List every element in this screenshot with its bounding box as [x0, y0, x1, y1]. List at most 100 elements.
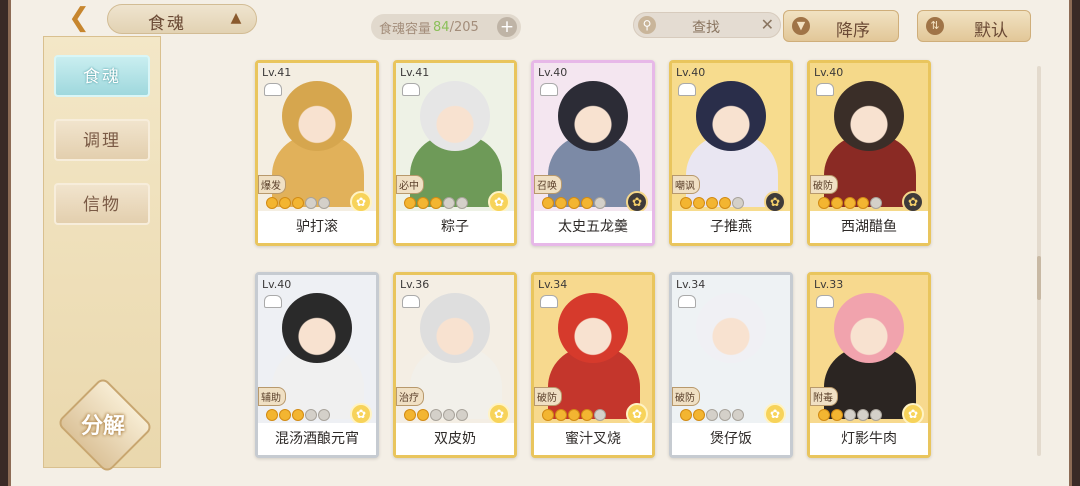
food-soul-card[interactable]: Lv.40 嘲讽 ✿ 子推燕 [669, 60, 793, 246]
capacity-max: /205 [449, 19, 479, 35]
food-soul-card[interactable]: Lv.41 必中 ✿ 粽子 [393, 60, 517, 246]
star-icon [706, 197, 718, 209]
clear-search-button[interactable]: ✕ [761, 15, 774, 34]
level-label: Lv.41 [262, 66, 292, 79]
element-badge-icon: ✿ [488, 191, 510, 211]
character-hair [282, 293, 352, 363]
element-badge-icon: ✿ [902, 403, 924, 423]
food-soul-name: 灯影牛肉 [810, 423, 928, 455]
character-hair [420, 293, 490, 363]
star-icon [844, 409, 856, 421]
star-icon [857, 197, 869, 209]
food-soul-name: 混汤酒酿元宵 [258, 423, 376, 455]
star-icon [844, 197, 856, 209]
tab-label: 调理 [83, 131, 121, 151]
star-rating [542, 409, 606, 421]
search-placeholder: 查找 [692, 20, 720, 36]
chef-hat-icon [816, 295, 834, 308]
star-icon [417, 409, 429, 421]
sort-mode-label: 默认 [974, 21, 1008, 41]
title-tab: 食魂 ▲ [107, 4, 257, 34]
star-rating [266, 197, 330, 209]
food-soul-name: 粽子 [396, 211, 514, 243]
tab-tokens[interactable]: 信物 [54, 183, 150, 225]
star-icon [456, 409, 468, 421]
level-label: Lv.41 [400, 66, 430, 79]
chef-hat-icon [540, 83, 558, 96]
star-icon [430, 409, 442, 421]
star-icon [818, 197, 830, 209]
star-icon [568, 197, 580, 209]
scrollbar-thumb[interactable] [1037, 256, 1041, 300]
character-hair [834, 81, 904, 151]
star-icon [732, 197, 744, 209]
star-icon [870, 409, 882, 421]
sort-mode-button[interactable]: ⇅ 默认 [917, 10, 1031, 42]
food-soul-card[interactable]: Lv.33 附毒 ✿ 灯影牛肉 [807, 272, 931, 458]
star-rating [404, 197, 468, 209]
star-icon [831, 409, 843, 421]
capacity-label: 食魂容量 [379, 21, 432, 37]
food-soul-card[interactable]: Lv.40 召唤 ✿ 太史五龙羹 [531, 60, 655, 246]
character-portrait: Lv.40 嘲讽 ✿ [672, 63, 790, 211]
food-soul-card[interactable]: Lv.40 辅助 ✿ 混汤酒酿元宵 [255, 272, 379, 458]
search-input[interactable]: ⚲ 查找 ✕ [633, 12, 781, 38]
character-portrait: Lv.34 破防 ✿ [534, 275, 652, 423]
character-hair [558, 293, 628, 363]
star-icon [857, 409, 869, 421]
food-soul-name: 煲仔饭 [672, 423, 790, 455]
star-icon [417, 197, 429, 209]
element-badge-icon: ✿ [350, 403, 372, 423]
star-icon [555, 197, 567, 209]
star-icon [594, 197, 606, 209]
level-label: Lv.40 [676, 66, 706, 79]
star-icon [693, 409, 705, 421]
food-soul-card[interactable]: Lv.34 破防 ✿ 煲仔饭 [669, 272, 793, 458]
add-capacity-button[interactable]: + [497, 17, 517, 37]
star-icon [456, 197, 468, 209]
star-icon [279, 409, 291, 421]
character-hair [282, 81, 352, 151]
level-label: Lv.33 [814, 278, 844, 291]
decompose-label: 分解 [80, 414, 125, 439]
role-tag: 破防 [534, 387, 562, 406]
tab-conditioning[interactable]: 调理 [54, 119, 150, 161]
role-tag: 必中 [396, 175, 424, 194]
capacity-indicator: 食魂容量 84 /205 + [371, 14, 521, 40]
level-label: Lv.40 [262, 278, 292, 291]
star-icon [594, 409, 606, 421]
food-soul-name: 蜜汁叉烧 [534, 423, 652, 455]
chef-hat-icon [402, 295, 420, 308]
star-icon [680, 409, 692, 421]
star-rating [680, 409, 744, 421]
star-icon [706, 409, 718, 421]
chef-hat-icon [402, 83, 420, 96]
role-tag: 召唤 [534, 175, 562, 194]
element-badge-icon: ✿ [902, 191, 924, 211]
sort-order-label: 降序 [836, 21, 870, 41]
star-icon [305, 409, 317, 421]
crown-icon[interactable]: ▲ [228, 11, 244, 25]
role-tag: 破防 [810, 175, 838, 194]
food-soul-name: 西湖醋鱼 [810, 211, 928, 243]
food-soul-card[interactable]: Lv.40 破防 ✿ 西湖醋鱼 [807, 60, 931, 246]
back-arrow-icon[interactable]: ❮ [59, 3, 99, 33]
star-icon [542, 409, 554, 421]
food-soul-card[interactable]: Lv.34 破防 ✿ 蜜汁叉烧 [531, 272, 655, 458]
element-badge-icon: ✿ [350, 191, 372, 211]
food-soul-card[interactable]: Lv.41 爆发 ✿ 驴打滚 [255, 60, 379, 246]
star-icon [266, 409, 278, 421]
star-icon [831, 197, 843, 209]
character-portrait: Lv.40 破防 ✿ [810, 63, 928, 211]
star-icon [581, 409, 593, 421]
star-icon [542, 197, 554, 209]
food-soul-card[interactable]: Lv.36 治疗 ✿ 双皮奶 [393, 272, 517, 458]
tab-food-souls[interactable]: 食魂 [54, 55, 150, 97]
food-soul-name: 子推燕 [672, 211, 790, 243]
chef-hat-icon [816, 83, 834, 96]
triangle-down-icon: ▼ [792, 17, 810, 35]
sort-order-button[interactable]: ▼ 降序 [783, 10, 899, 42]
search-icon: ⚲ [638, 16, 656, 34]
star-icon [732, 409, 744, 421]
game-window: ❮ 食魂 ▲ 食魂容量 84 /205 + ⚲ 查找 ✕ ▼ 降序 ⇅ 默认 食… [8, 0, 1072, 486]
